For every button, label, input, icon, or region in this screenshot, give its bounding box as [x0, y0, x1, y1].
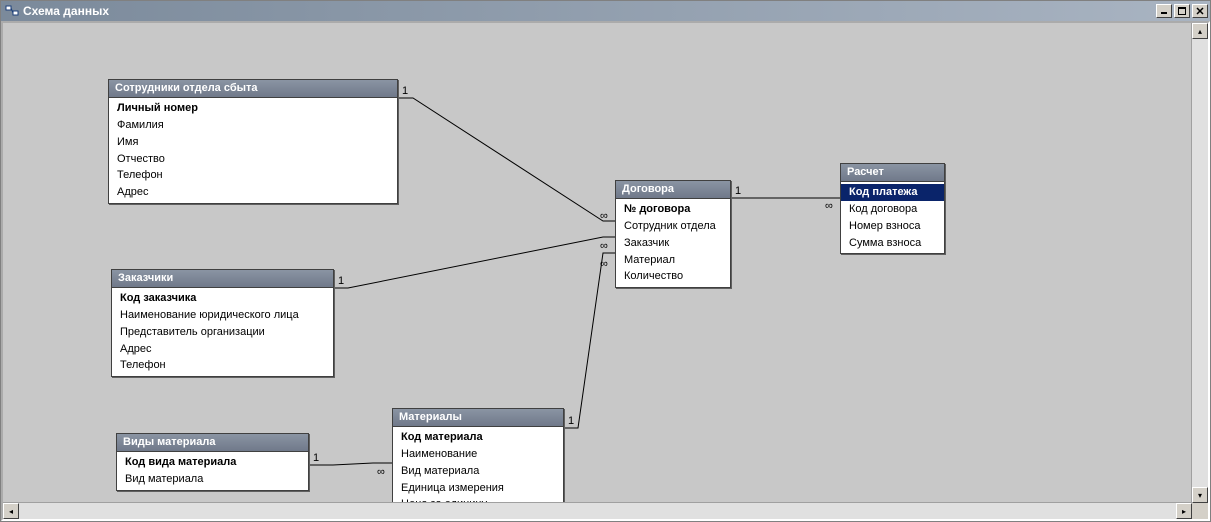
scroll-left-button[interactable]: ◂	[3, 503, 19, 519]
app-icon	[5, 4, 19, 18]
client-area: 1 ∞ 1 ∞ 1 ∞ 1 ∞ 1 ∞ Со	[1, 21, 1210, 521]
field[interactable]: Телефон	[109, 167, 397, 184]
field[interactable]: Фамилия	[109, 117, 397, 134]
svg-text:∞: ∞	[825, 200, 833, 212]
scroll-right-button[interactable]: ▸	[1176, 503, 1192, 519]
field[interactable]: Телефон	[112, 357, 333, 374]
scroll-corner	[1192, 503, 1208, 519]
svg-text:∞: ∞	[377, 466, 385, 478]
table-title[interactable]: Расчет	[841, 164, 944, 182]
field[interactable]: Код платежа	[841, 184, 944, 201]
field[interactable]: Наименование юридического лица	[112, 307, 333, 324]
diagram-canvas[interactable]: 1 ∞ 1 ∞ 1 ∞ 1 ∞ 1 ∞ Со	[3, 23, 1192, 503]
relationships-window: Схема данных 1 ∞ 1	[0, 0, 1211, 522]
table-materials[interactable]: Материалы Код материала Наименование Вид…	[392, 408, 564, 516]
table-title[interactable]: Сотрудники отдела сбыта	[109, 80, 397, 98]
table-body: Код вида материала Вид материала	[117, 452, 308, 490]
field[interactable]: Вид материала	[393, 463, 563, 480]
field[interactable]: Адрес	[109, 184, 397, 201]
table-sales-employees[interactable]: Сотрудники отдела сбыта Личный номер Фам…	[108, 79, 398, 204]
field[interactable]: Сумма взноса	[841, 235, 944, 252]
table-contracts[interactable]: Договора № договора Сотрудник отдела Зак…	[615, 180, 731, 288]
scroll-up-button[interactable]: ▴	[1192, 23, 1208, 39]
maximize-button[interactable]	[1174, 4, 1190, 18]
field[interactable]: № договора	[616, 201, 730, 218]
field[interactable]: Количество	[616, 268, 730, 285]
table-title[interactable]: Заказчики	[112, 270, 333, 288]
vertical-scrollbar[interactable]: ▴ ▾	[1191, 23, 1208, 503]
table-body: Код заказчика Наименование юридического …	[112, 288, 333, 376]
titlebar[interactable]: Схема данных	[1, 1, 1210, 21]
horizontal-scrollbar[interactable]: ◂ ▸	[3, 502, 1192, 519]
window-controls	[1154, 4, 1208, 18]
field[interactable]: Код заказчика	[112, 290, 333, 307]
field[interactable]: Имя	[109, 134, 397, 151]
field[interactable]: Отчество	[109, 151, 397, 168]
field[interactable]: Вид материала	[117, 471, 308, 488]
field[interactable]: Личный номер	[109, 100, 397, 117]
svg-text:∞: ∞	[600, 240, 608, 252]
field[interactable]: Представитель организации	[112, 324, 333, 341]
field[interactable]: Адрес	[112, 341, 333, 358]
scroll-down-button[interactable]: ▾	[1192, 487, 1208, 503]
field[interactable]: Наименование	[393, 446, 563, 463]
field[interactable]: Единица измерения	[393, 480, 563, 497]
field[interactable]: Код договора	[841, 201, 944, 218]
field[interactable]: Заказчик	[616, 235, 730, 252]
close-button[interactable]	[1192, 4, 1208, 18]
window-title: Схема данных	[23, 4, 109, 18]
field[interactable]: Сотрудник отдела	[616, 218, 730, 235]
svg-text:∞: ∞	[600, 258, 608, 270]
svg-text:1: 1	[338, 275, 344, 287]
minimize-button[interactable]	[1156, 4, 1172, 18]
svg-text:∞: ∞	[600, 210, 608, 222]
table-title[interactable]: Виды материала	[117, 434, 308, 452]
svg-text:1: 1	[313, 452, 319, 464]
table-body: № договора Сотрудник отдела Заказчик Мат…	[616, 199, 730, 287]
table-body: Личный номер Фамилия Имя Отчество Телефо…	[109, 98, 397, 203]
table-title[interactable]: Материалы	[393, 409, 563, 427]
field[interactable]: Код вида материала	[117, 454, 308, 471]
table-body: Код платежа Код договора Номер взноса Су…	[841, 182, 944, 253]
svg-text:1: 1	[568, 415, 574, 427]
svg-text:1: 1	[735, 185, 741, 197]
table-payment[interactable]: Расчет Код платежа Код договора Номер вз…	[840, 163, 945, 254]
table-title[interactable]: Договора	[616, 181, 730, 199]
field[interactable]: Материал	[616, 252, 730, 269]
field[interactable]: Код материала	[393, 429, 563, 446]
table-material-kinds[interactable]: Виды материала Код вида материала Вид ма…	[116, 433, 309, 491]
table-customers[interactable]: Заказчики Код заказчика Наименование юри…	[111, 269, 334, 377]
svg-text:1: 1	[402, 85, 408, 97]
field[interactable]: Номер взноса	[841, 218, 944, 235]
